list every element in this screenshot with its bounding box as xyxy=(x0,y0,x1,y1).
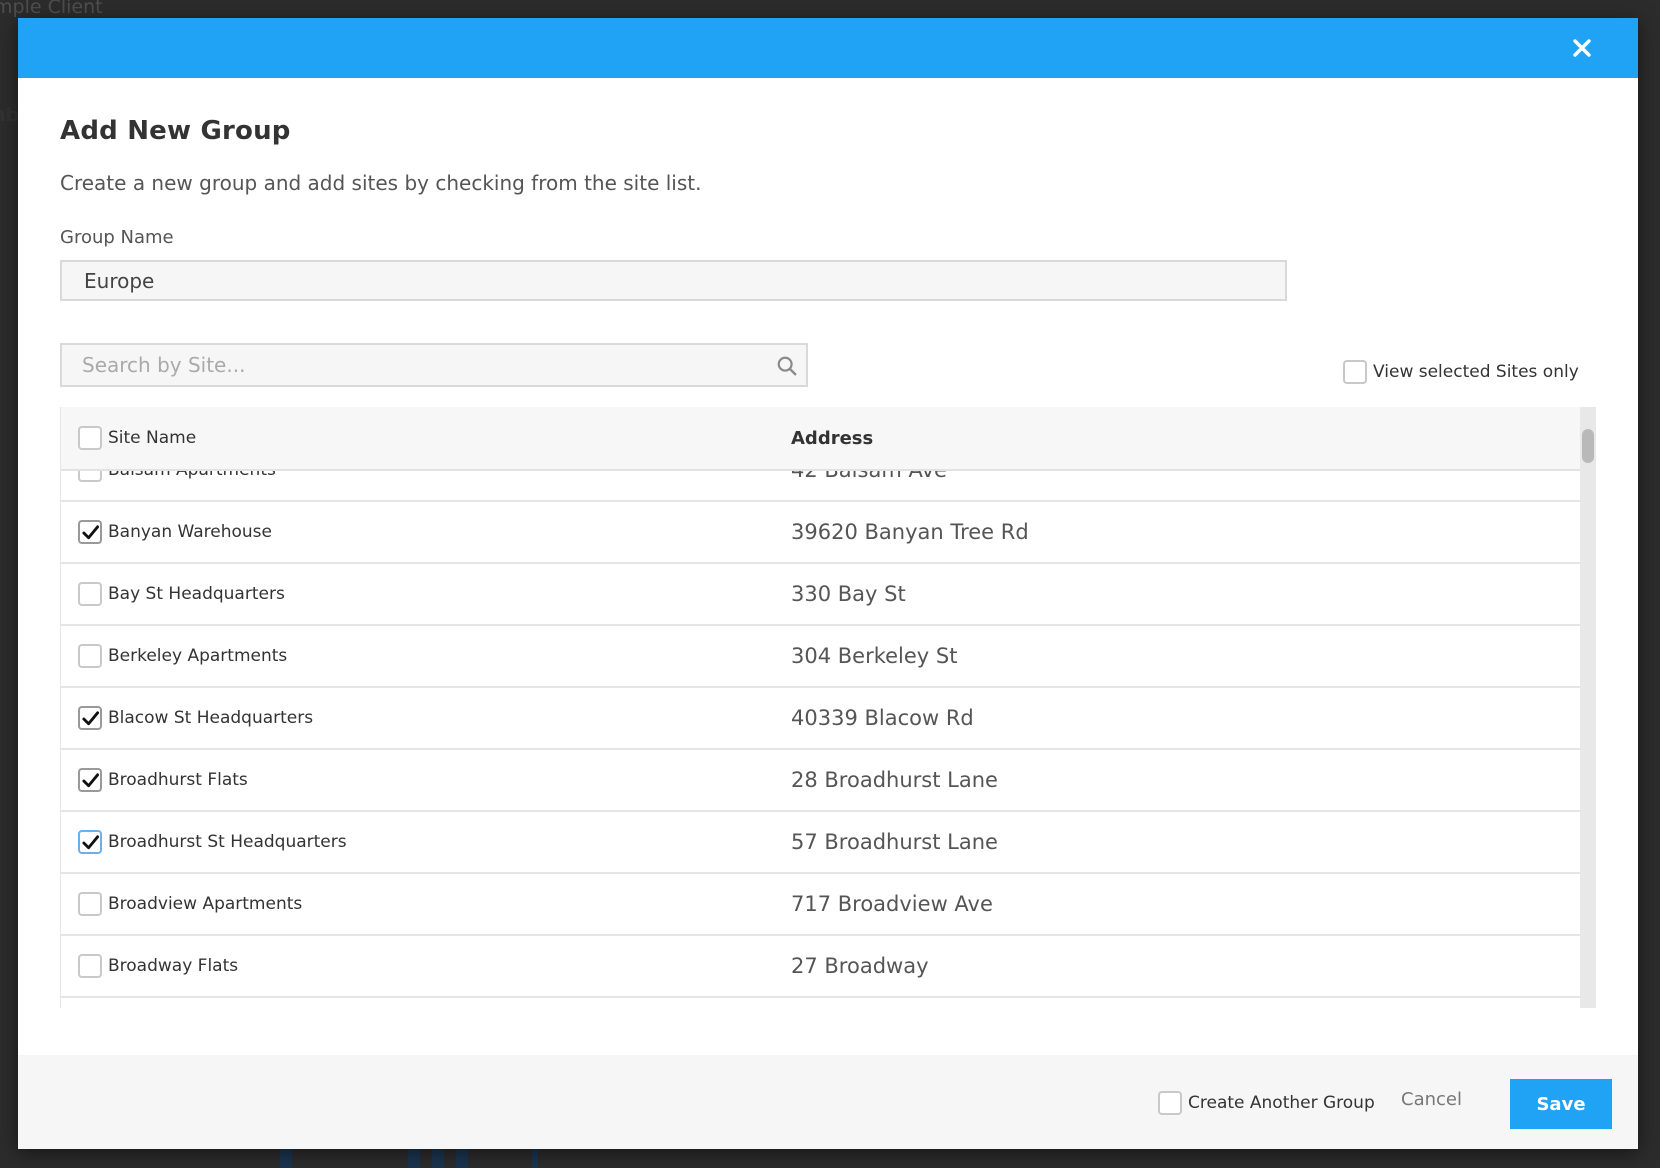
table-row[interactable]: Broadview Apartments 717 Broadview Ave xyxy=(61,874,1580,936)
address-cell: 57 Broadhurst Lane xyxy=(791,830,998,854)
site-name-header-label: Site Name xyxy=(108,428,197,448)
row-checkbox[interactable] xyxy=(78,892,102,916)
select-all-checkbox[interactable] xyxy=(78,426,102,450)
create-another-checkbox[interactable] xyxy=(1158,1091,1182,1115)
address-cell: 27 Broadway xyxy=(791,954,929,978)
site-name-cell: Broadview Apartments xyxy=(61,892,791,916)
search-box xyxy=(60,343,808,387)
address-cell: 28 Broadhurst Lane xyxy=(791,768,998,792)
table-body: Balsam Apartments42 Balsam AveBanyan War… xyxy=(61,440,1580,998)
row-checkbox[interactable] xyxy=(78,520,102,544)
address-cell: 330 Bay St xyxy=(791,582,906,606)
table-row[interactable]: Broadhurst Flats 28 Broadhurst Lane xyxy=(61,750,1580,812)
table-row[interactable]: Banyan Warehouse 39620 Banyan Tree Rd xyxy=(61,502,1580,564)
site-name-text: Banyan Warehouse xyxy=(108,522,272,542)
search-icon[interactable] xyxy=(776,355,798,377)
column-header-site-name: Site Name xyxy=(61,426,791,450)
site-name-text: Broadview Apartments xyxy=(108,894,303,914)
site-name-cell: Broadway Flats xyxy=(61,954,791,978)
close-icon xyxy=(1573,39,1591,57)
modal-subtitle: Create a new group and add sites by chec… xyxy=(60,171,702,195)
save-button[interactable]: Save xyxy=(1510,1079,1612,1129)
row-checkbox[interactable] xyxy=(78,644,102,668)
address-cell: 304 Berkeley St xyxy=(791,644,958,668)
cancel-button[interactable]: Cancel xyxy=(1401,1089,1462,1110)
site-name-cell: Berkeley Apartments xyxy=(61,644,791,668)
row-checkbox[interactable] xyxy=(78,582,102,606)
checkmark-icon xyxy=(82,835,100,850)
site-name-cell: Banyan Warehouse xyxy=(61,520,791,544)
view-selected-checkbox[interactable] xyxy=(1343,360,1367,384)
checkmark-icon xyxy=(82,525,100,540)
site-name-text: Broadhurst St Headquarters xyxy=(108,832,347,852)
search-row: View selected Sites only xyxy=(60,343,1596,387)
modal-footer: Create Another Group Cancel Save xyxy=(18,1055,1638,1149)
address-cell: 39620 Banyan Tree Rd xyxy=(791,520,1029,544)
site-name-cell: Broadhurst Flats xyxy=(61,768,791,792)
sites-table: Site Name Address Balsam Apartments42 Ba… xyxy=(60,407,1596,1008)
modal-header xyxy=(18,18,1638,78)
site-name-cell: Blacow St Headquarters xyxy=(61,706,791,730)
table-header: Site Name Address xyxy=(61,407,1580,471)
site-search-input[interactable] xyxy=(62,345,806,385)
close-button[interactable] xyxy=(1570,36,1594,60)
row-checkbox[interactable] xyxy=(78,830,102,854)
site-name-text: Broadway Flats xyxy=(108,956,239,976)
group-name-input[interactable] xyxy=(60,260,1287,301)
create-another-label: Create Another Group xyxy=(1188,1093,1375,1113)
view-selected-toggle[interactable]: View selected Sites only xyxy=(1343,360,1579,384)
add-group-modal: Add New Group Create a new group and add… xyxy=(18,18,1638,1149)
create-another-toggle[interactable]: Create Another Group xyxy=(1158,1091,1375,1115)
background-partial-label: hb xyxy=(0,104,20,126)
view-selected-label: View selected Sites only xyxy=(1373,362,1579,382)
modal-title: Add New Group xyxy=(60,116,291,146)
site-name-text: Blacow St Headquarters xyxy=(108,708,314,728)
table-scrollbar[interactable] xyxy=(1580,407,1596,1008)
column-header-address: Address xyxy=(791,427,874,449)
modal-body: Add New Group Create a new group and add… xyxy=(18,116,1638,1008)
site-name-text: Broadhurst Flats xyxy=(108,770,248,790)
site-name-text: Bay St Headquarters xyxy=(108,584,285,604)
site-name-cell: Bay St Headquarters xyxy=(61,582,791,606)
row-checkbox[interactable] xyxy=(78,954,102,978)
site-name-text: Berkeley Apartments xyxy=(108,646,288,666)
table-row[interactable]: Berkeley Apartments 304 Berkeley St xyxy=(61,626,1580,688)
scrollbar-thumb[interactable] xyxy=(1582,429,1594,463)
address-cell: 40339 Blacow Rd xyxy=(791,706,974,730)
checkmark-icon xyxy=(82,711,100,726)
background-bars xyxy=(280,1148,1180,1168)
group-name-label: Group Name xyxy=(60,227,174,248)
table-row[interactable]: Blacow St Headquarters 40339 Blacow Rd xyxy=(61,688,1580,750)
background-client-label: mple Client xyxy=(0,0,103,18)
table-row[interactable]: Broadway Flats 27 Broadway xyxy=(61,936,1580,998)
table-row[interactable]: Broadhurst St Headquarters 57 Broadhurst … xyxy=(61,812,1580,874)
row-checkbox[interactable] xyxy=(78,706,102,730)
address-cell: 717 Broadview Ave xyxy=(791,892,993,916)
table-row[interactable]: Bay St Headquarters 330 Bay St xyxy=(61,564,1580,626)
site-name-cell: Broadhurst St Headquarters xyxy=(61,830,791,854)
row-checkbox[interactable] xyxy=(78,768,102,792)
checkmark-icon xyxy=(82,773,100,788)
